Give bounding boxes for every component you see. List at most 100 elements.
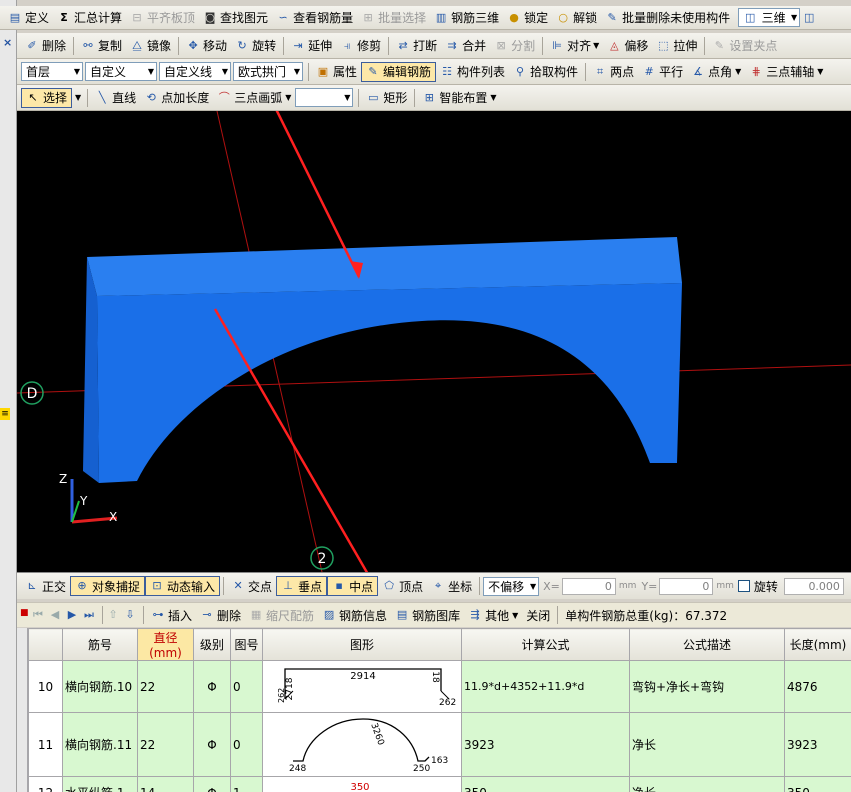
rotate-button[interactable]: ↻ 旋转 xyxy=(231,36,280,56)
set-pinch-button[interactable]: ✎ 设置夹点 xyxy=(708,36,781,56)
diameter-cell[interactable]: 22 xyxy=(137,660,194,713)
move-button[interactable]: ✥ 移动 xyxy=(182,36,231,56)
toolbar-rebar-3d-button[interactable]: ▥ 钢筋三维 xyxy=(430,8,503,28)
col-grade-header[interactable]: 级别 xyxy=(193,628,231,661)
delete-button[interactable]: ✐ 删除 xyxy=(21,36,70,56)
scale-rebar-button[interactable]: ▦ 缩尺配筋 xyxy=(245,605,318,625)
view-mode-select[interactable]: ◫ 三维 ▼ xyxy=(738,8,801,27)
table-row[interactable]: 12 水平纵筋.1 14 Φ 1 350 350 净长 350 xyxy=(28,776,851,792)
ortho-button[interactable]: ⊾ 正交 xyxy=(21,576,70,596)
rebar-info-button[interactable]: ▨ 钢筋信息 xyxy=(318,605,391,625)
length-cell[interactable]: 350 xyxy=(784,776,851,792)
desc-cell[interactable]: 净长 xyxy=(629,712,785,777)
col-length-header[interactable]: 长度(mm) xyxy=(784,628,851,661)
chevron-down-icon[interactable]: ▼ xyxy=(75,93,81,102)
fig-no-cell[interactable]: 0 xyxy=(230,712,263,777)
arc-option-select[interactable]: ▼ xyxy=(295,88,354,107)
move-up-icon[interactable]: ⇧ xyxy=(106,608,120,622)
table-row[interactable]: 10 横向钢筋.10 22 Φ 0 2914 2718 18 262 262 1… xyxy=(28,660,851,713)
toolbar-batch-delete-button[interactable]: ✎ 批量删除未使用构件 xyxy=(601,8,734,28)
rect-button[interactable]: ▭ 矩形 xyxy=(362,88,411,108)
type-select[interactable]: 自定义 ▼ xyxy=(85,62,157,81)
desc-cell[interactable]: 弯钩+净长+弯钩 xyxy=(629,660,785,713)
dynamic-input-button[interactable]: ⊡ 动态输入 xyxy=(145,576,221,596)
element-select[interactable]: 欧式拱门 ▼ xyxy=(233,62,303,81)
arch-front-face[interactable] xyxy=(97,283,682,483)
two-point-button[interactable]: ⌗ 两点 xyxy=(589,62,638,82)
prev-record-icon[interactable]: ◀ xyxy=(48,608,62,622)
diameter-cell[interactable]: 14 xyxy=(137,776,194,792)
floor-select[interactable]: 首层 ▼ xyxy=(21,62,83,81)
toolbar-align-slab-button[interactable]: ⊟ 平齐板顶 xyxy=(126,8,199,28)
toolbar-lock-button[interactable]: ● 锁定 xyxy=(503,8,552,28)
line-button[interactable]: ╲ 直线 xyxy=(91,88,140,108)
other-button[interactable]: ⇶ 其他 ▼ xyxy=(464,605,522,625)
point-angle-button[interactable]: ∡ 点角 ▼ xyxy=(687,62,745,82)
table-row[interactable]: 11 横向钢筋.11 22 Φ 0 3260 248 250 163 3923 … xyxy=(28,712,851,777)
three-point-arc-button[interactable]: ⌒ 三点画弧 ▼ xyxy=(213,88,295,108)
align-button[interactable]: ⊫ 对齐 ▼ xyxy=(546,36,603,56)
trim-button[interactable]: ⫣ 修剪 xyxy=(336,36,385,56)
shape-cell[interactable]: 2914 2718 18 262 262 xyxy=(262,660,462,713)
component-list-button[interactable]: ☷ 构件列表 xyxy=(436,62,509,82)
toolbar-define-button[interactable]: ▤ 定义 xyxy=(4,8,53,28)
copy-button[interactable]: ⚯ 复制 xyxy=(77,36,126,56)
insert-row-button[interactable]: ⊶ 插入 xyxy=(147,605,196,625)
smart-layout-button[interactable]: ⊞ 智能布置 ▼ xyxy=(418,88,500,108)
intersect-snap-button[interactable]: ✕ 交点 xyxy=(227,576,276,596)
merge-button[interactable]: ⇉ 合并 xyxy=(441,36,490,56)
offset-button[interactable]: ◬ 偏移 xyxy=(603,36,652,56)
col-shape-header[interactable]: 图形 xyxy=(262,628,462,661)
toolbar-view-rebar-button[interactable]: ∽ 查看钢筋量 xyxy=(272,8,357,28)
fig-no-cell[interactable]: 1 xyxy=(230,776,263,792)
first-record-icon[interactable]: ⏮ xyxy=(31,608,45,622)
desc-cell[interactable]: 净长 xyxy=(629,776,785,792)
rotate-checkbox[interactable] xyxy=(737,580,750,592)
close-button[interactable]: 关闭 xyxy=(522,605,554,625)
break-button[interactable]: ⇄ 打断 xyxy=(392,36,441,56)
3d-viewport[interactable]: D 2 Z Y X xyxy=(17,111,851,572)
x-coord-input[interactable]: 0 xyxy=(561,577,616,595)
dock-close-icon[interactable]: × xyxy=(3,36,12,49)
rebar-name-cell[interactable]: 横向钢筋.10 xyxy=(62,660,138,713)
y-coord-input[interactable]: 0 xyxy=(659,577,714,595)
length-cell[interactable]: 4876 xyxy=(784,660,851,713)
offset-mode-select[interactable]: 不偏移 ▼ xyxy=(483,576,540,596)
pick-component-button[interactable]: ⚲ 拾取构件 xyxy=(509,62,582,82)
rotate-input[interactable]: 0.000 xyxy=(783,577,844,595)
toolbar-find-button[interactable]: ◙ 查找图元 xyxy=(199,8,272,28)
last-record-icon[interactable]: ⏭ xyxy=(82,608,96,622)
subtype-select[interactable]: 自定义线 ▼ xyxy=(159,62,231,81)
toolbar-sum-button[interactable]: Σ 汇总计算 xyxy=(53,8,126,28)
edit-rebar-button[interactable]: ✎ 编辑钢筋 xyxy=(361,61,437,82)
coord-snap-button[interactable]: ⌖ 坐标 xyxy=(427,576,476,596)
object-snap-button[interactable]: ⊕ 对象捕捉 xyxy=(70,576,146,596)
col-formula-header[interactable]: 计算公式 xyxy=(461,628,630,661)
toolbar-batch-select-button[interactable]: ⊞ 批量选择 xyxy=(357,8,430,28)
parallel-button[interactable]: # 平行 xyxy=(638,62,687,82)
toolbar-unlock-button[interactable]: ○ 解锁 xyxy=(552,8,601,28)
shape-cell[interactable]: 3260 248 250 163 xyxy=(262,712,462,777)
grade-cell[interactable]: Φ xyxy=(193,712,231,777)
stretch-button[interactable]: ⬚ 拉伸 xyxy=(652,36,701,56)
split-button[interactable]: ⊠ 分割 xyxy=(490,36,539,56)
col-diameter-header[interactable]: 直径(mm) xyxy=(137,628,194,661)
select-button[interactable]: ↖ 选择 xyxy=(21,87,73,108)
rebar-name-cell[interactable]: 水平纵筋.1 xyxy=(62,776,138,792)
rebar-name-cell[interactable]: 横向钢筋.11 xyxy=(62,712,138,777)
col-desc-header[interactable]: 公式描述 xyxy=(629,628,785,661)
cube-view-icon[interactable]: ◫ xyxy=(802,11,816,25)
property-button[interactable]: ▣ 属性 xyxy=(312,62,361,82)
panel-close-icon[interactable]: ■ xyxy=(20,608,30,618)
mirror-button[interactable]: ⧋ 镜像 xyxy=(126,36,175,56)
formula-cell[interactable]: 3923 xyxy=(461,712,630,777)
perp-snap-button[interactable]: ⊥ 垂点 xyxy=(276,576,328,596)
move-down-icon[interactable]: ⇩ xyxy=(123,608,137,622)
fig-no-cell[interactable]: 0 xyxy=(230,660,263,713)
grade-cell[interactable]: Φ xyxy=(193,660,231,713)
col-name-header[interactable]: 筋号 xyxy=(62,628,138,661)
delete-row-button[interactable]: ⊸ 删除 xyxy=(196,605,245,625)
length-cell[interactable]: 3923 xyxy=(784,712,851,777)
mid-snap-button[interactable]: ▪ 中点 xyxy=(327,576,379,596)
point-length-button[interactable]: ⟲ 点加长度 xyxy=(140,88,213,108)
